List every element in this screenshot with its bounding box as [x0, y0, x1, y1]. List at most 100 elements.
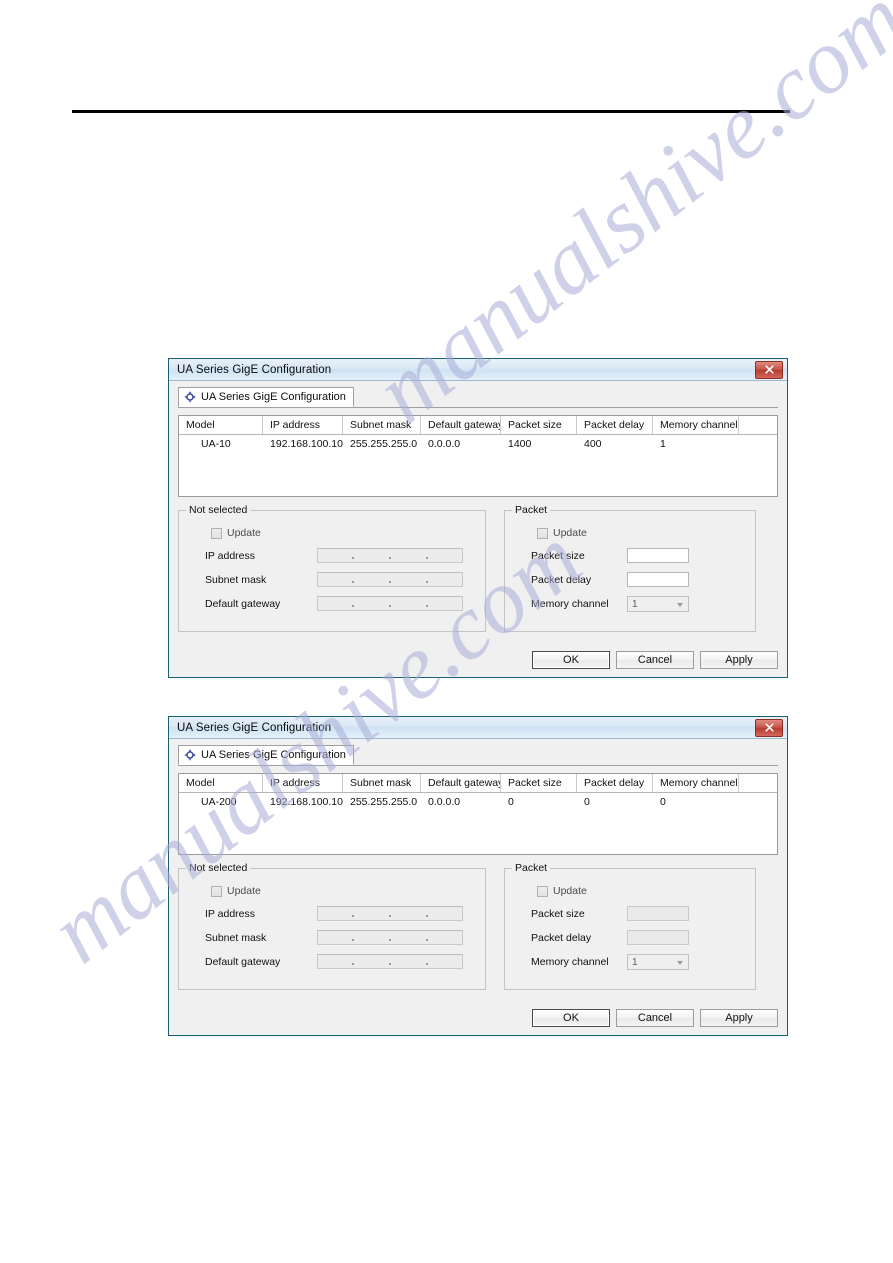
column-header-packet-delay: Packet delay [577, 416, 653, 434]
checkbox-icon[interactable] [211, 885, 222, 897]
packet-size-input[interactable] [627, 548, 689, 563]
dialog-title: UA Series GigE Configuration [177, 363, 332, 376]
cell-memory-channel: 1 [660, 438, 666, 450]
ok-button[interactable]: OK [532, 651, 610, 669]
cell-packet-delay: 400 [584, 438, 602, 450]
cell-ip-address: 192.168.100.10 [270, 796, 343, 808]
network-group-title: Not selected [186, 862, 251, 874]
cell-ip-address: 192.168.100.10 [270, 438, 343, 450]
default-gateway-label: Default gateway [205, 955, 281, 968]
cancel-button[interactable]: Cancel [616, 1009, 694, 1027]
cell-model: UA-10 [201, 438, 231, 450]
column-header-packet-delay: Packet delay [577, 774, 653, 792]
packet-size-input[interactable] [627, 906, 689, 921]
network-group-title: Not selected [186, 504, 251, 516]
packet-size-field-row: Packet size [515, 548, 745, 563]
gige-config-icon [183, 390, 197, 404]
memory-channel-label: Memory channel [531, 598, 609, 610]
dialog-titlebar[interactable]: UA Series GigE Configuration [169, 359, 787, 381]
subnet-mask-field-row: Subnet mask [189, 572, 475, 587]
dialog-titlebar[interactable]: UA Series GigE Configuration [169, 717, 787, 739]
column-header-memory-channel: Memory channel [653, 416, 739, 434]
close-icon[interactable] [755, 360, 783, 379]
cell-subnet-mask: 255.255.255.0 [350, 438, 418, 450]
network-update-checkbox-row[interactable]: Update [211, 527, 475, 539]
column-header-model: Model [179, 774, 263, 792]
cell-packet-delay: 0 [584, 796, 590, 808]
column-header-ip-address: IP address [263, 774, 343, 792]
packet-size-label: Packet size [531, 907, 585, 920]
page-header-rule [72, 110, 790, 113]
default-gateway-field-row: Default gateway [189, 596, 475, 611]
cell-subnet-mask: 255.255.255.0 [350, 796, 418, 808]
memory-channel-select[interactable]: 1 [627, 596, 689, 612]
memory-channel-select[interactable]: 1 [627, 954, 689, 970]
table-row[interactable]: UA-200 192.168.100.10 255.255.255.0 0.0.… [179, 793, 777, 811]
apply-button[interactable]: Apply [700, 651, 778, 669]
packet-update-checkbox-row[interactable]: Update [537, 527, 745, 539]
packet-update-label: Update [553, 527, 587, 539]
default-gateway-input[interactable] [317, 954, 463, 969]
cancel-button[interactable]: Cancel [616, 651, 694, 669]
ip-address-field-row: IP address [189, 906, 475, 921]
column-header-default-gateway: Default gateway [421, 774, 501, 792]
tab-strip: UA Series GigE Configuration [178, 387, 778, 408]
cell-packet-size: 0 [508, 796, 514, 808]
network-settings-group: Not selected Update IP address Subnet ma… [178, 862, 486, 990]
default-gateway-label: Default gateway [205, 597, 281, 610]
packet-delay-field-row: Packet delay [515, 572, 745, 587]
device-table[interactable]: Model IP address Subnet mask Default gat… [178, 773, 778, 855]
checkbox-icon[interactable] [537, 527, 548, 539]
packet-group-title: Packet [512, 504, 551, 516]
default-gateway-input[interactable] [317, 596, 463, 611]
packet-settings-group: Packet Update Packet size Packet delay M… [504, 504, 756, 632]
column-header-model: Model [179, 416, 263, 434]
memory-channel-label: Memory channel [531, 956, 609, 968]
close-icon[interactable] [755, 718, 783, 737]
gige-configuration-dialog-2: UA Series GigE Configuration UA Series G… [168, 716, 788, 1036]
memory-channel-value: 1 [632, 598, 638, 610]
tab-label: UA Series GigE Configuration [201, 749, 346, 761]
ip-address-label: IP address [205, 907, 256, 920]
table-row[interactable]: UA-10 192.168.100.10 255.255.255.0 0.0.0… [179, 435, 777, 453]
column-header-memory-channel: Memory channel [653, 774, 739, 792]
apply-button[interactable]: Apply [700, 1009, 778, 1027]
cell-model: UA-200 [201, 796, 237, 808]
ip-address-label: IP address [205, 549, 256, 562]
packet-delay-input[interactable] [627, 572, 689, 587]
network-settings-group: Not selected Update IP address Subnet ma… [178, 504, 486, 632]
checkbox-icon[interactable] [211, 527, 222, 539]
device-table[interactable]: Model IP address Subnet mask Default gat… [178, 415, 778, 497]
network-update-label: Update [227, 527, 261, 539]
tab-label: UA Series GigE Configuration [201, 391, 346, 403]
subnet-mask-input[interactable] [317, 572, 463, 587]
network-update-checkbox-row[interactable]: Update [211, 885, 475, 897]
tab-gige-configuration[interactable]: UA Series GigE Configuration [178, 745, 354, 765]
tab-gige-configuration[interactable]: UA Series GigE Configuration [178, 387, 354, 407]
dialog-title: UA Series GigE Configuration [177, 721, 332, 734]
tab-strip: UA Series GigE Configuration [178, 745, 778, 766]
ip-address-input[interactable] [317, 548, 463, 563]
column-header-packet-size: Packet size [501, 774, 577, 792]
memory-channel-value: 1 [632, 956, 638, 968]
column-header-spacer [739, 416, 757, 434]
cell-default-gateway: 0.0.0.0 [428, 796, 461, 808]
ok-button[interactable]: OK [532, 1009, 610, 1027]
cell-packet-size: 1400 [508, 438, 532, 450]
packet-delay-label: Packet delay [531, 931, 592, 944]
subnet-mask-label: Subnet mask [205, 931, 267, 944]
subnet-mask-input[interactable] [317, 930, 463, 945]
packet-delay-label: Packet delay [531, 573, 592, 586]
column-header-default-gateway: Default gateway [421, 416, 501, 434]
ip-address-input[interactable] [317, 906, 463, 921]
ip-address-field-row: IP address [189, 548, 475, 563]
cell-memory-channel: 0 [660, 796, 666, 808]
column-header-packet-size: Packet size [501, 416, 577, 434]
checkbox-icon[interactable] [537, 885, 548, 897]
packet-delay-input[interactable] [627, 930, 689, 945]
subnet-mask-field-row: Subnet mask [189, 930, 475, 945]
memory-channel-field-row: Memory channel 1 [515, 954, 745, 970]
packet-update-checkbox-row[interactable]: Update [537, 885, 745, 897]
table-header-row: Model IP address Subnet mask Default gat… [179, 416, 777, 435]
cell-default-gateway: 0.0.0.0 [428, 438, 461, 450]
